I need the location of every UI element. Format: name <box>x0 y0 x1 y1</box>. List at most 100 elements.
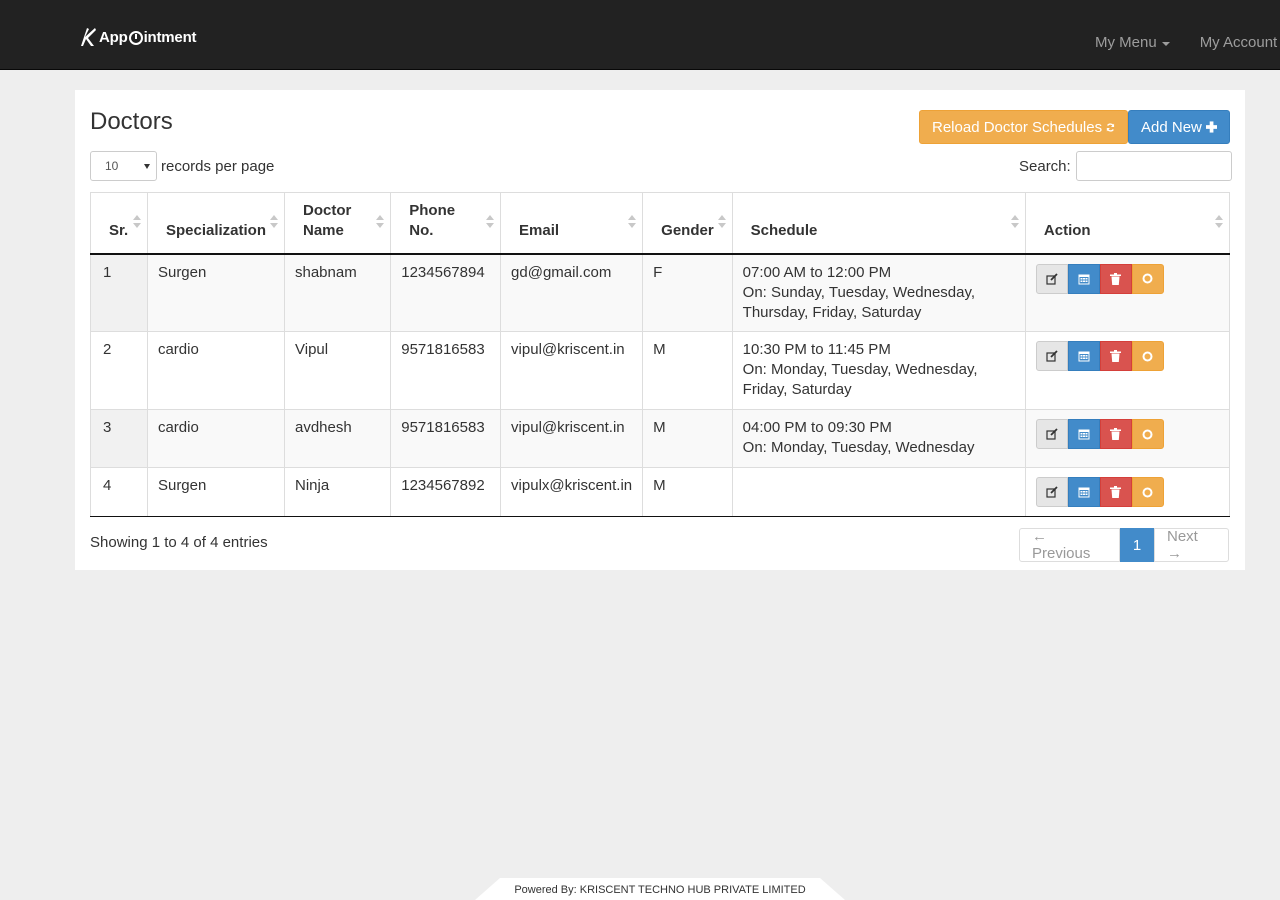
cell-specialization: cardio <box>146 409 286 468</box>
cell-email: vipulx@kriscent.in <box>500 467 644 517</box>
delete-button[interactable] <box>1099 263 1132 294</box>
my-account-label: My Account <box>1199 34 1278 51</box>
sort-icon <box>628 215 637 231</box>
trash-icon <box>1110 272 1122 285</box>
edit-icon <box>1046 272 1058 285</box>
edit-button[interactable] <box>1035 263 1068 294</box>
cell-sr: 2 <box>90 331 148 410</box>
header-email[interactable]: Email <box>500 192 644 255</box>
header-phone[interactable]: Phone No. <box>390 192 502 255</box>
schedule-time: 10:30 PM to 11:45 PM <box>742 341 891 358</box>
cell-schedule: 07:00 AM to 12:00 PM On: Sunday, Tuesday,… <box>731 253 1026 332</box>
brand-logo[interactable]: App intment <box>78 25 197 49</box>
trash-icon <box>1110 486 1122 498</box>
status-button[interactable] <box>1131 341 1164 371</box>
edit-button[interactable] <box>1035 419 1068 449</box>
add-new-button[interactable]: Add New <box>1128 110 1230 144</box>
schedule-button[interactable] <box>1067 341 1100 371</box>
header-doctor-label-1: Doctor <box>303 201 352 219</box>
cell-gender: M <box>642 331 733 410</box>
cell-schedule <box>731 467 1026 517</box>
delete-button[interactable] <box>1099 341 1132 371</box>
sort-icon <box>486 215 495 231</box>
circle-icon <box>1142 487 1153 497</box>
schedule-days: On: Monday, Tuesday, Wednesday <box>742 439 975 456</box>
cell-doctor-name: Vipul <box>283 331 392 410</box>
trash-icon <box>1110 350 1122 362</box>
table-row: 1 Surgen shabnam 1234567894 gd@gmail.com… <box>90 253 1231 332</box>
status-button[interactable] <box>1131 477 1164 507</box>
sort-icon <box>270 215 278 231</box>
edit-button[interactable] <box>1035 477 1068 507</box>
header-specialization-label: Specialization <box>165 221 266 239</box>
cell-specialization: Surgen <box>146 253 286 332</box>
sort-icon <box>376 215 385 231</box>
status-button[interactable] <box>1131 263 1164 294</box>
search-label: Search: <box>1019 157 1071 175</box>
cell-actions <box>1024 409 1231 468</box>
schedule-button[interactable] <box>1067 477 1100 507</box>
calendar-icon <box>1078 351 1090 362</box>
add-new-label: Add New <box>1141 118 1202 136</box>
header-phone-label: Phone No. <box>409 201 456 239</box>
schedule-days: On: Monday, Tuesday, Wednesday, Friday, … <box>742 361 978 398</box>
records-per-page-select[interactable]: 10 <box>90 151 157 181</box>
schedule-time: 07:00 AM to 12:00 PM <box>742 263 892 281</box>
cell-phone: 9571816583 <box>390 331 502 410</box>
header-gender[interactable]: Gender <box>642 192 733 255</box>
cell-email: gd@gmail.com <box>500 253 644 332</box>
sort-icon <box>1010 215 1019 231</box>
header-specialization[interactable]: Specialization <box>146 192 286 255</box>
calendar-icon <box>1078 274 1090 284</box>
schedule-days: On: Sunday, Tuesday, Wednesday, Thursday… <box>742 283 976 321</box>
header-action[interactable]: Action <box>1024 192 1231 255</box>
my-menu-dropdown[interactable]: My Menu <box>1095 34 1170 51</box>
delete-button[interactable] <box>1099 419 1132 449</box>
calendar-icon <box>1078 429 1090 440</box>
cell-phone: 1234567894 <box>390 253 502 332</box>
header-sr[interactable]: Sr. <box>90 192 148 255</box>
doctors-table: Sr. Specialization Doctor Name Phone No. … <box>90 192 1231 517</box>
cell-gender: M <box>642 409 733 468</box>
refresh-icon <box>1106 122 1115 132</box>
trash-icon <box>1110 428 1122 440</box>
my-menu-label: My Menu <box>1095 34 1157 51</box>
cell-doctor-name: avdhesh <box>283 409 392 468</box>
navbar: App intment My Menu My Account <box>0 0 1280 70</box>
page-title: Doctors <box>90 108 173 135</box>
cell-phone: 9571816583 <box>390 409 502 468</box>
header-gender-label: Gender <box>661 221 714 239</box>
brand-k-icon <box>81 28 96 46</box>
reload-schedules-label: Reload Doctor Schedules <box>932 118 1103 136</box>
calendar-icon <box>1078 487 1090 498</box>
header-doctor-name[interactable]: Doctor Name <box>283 192 392 255</box>
header-doctor-label-2: Name <box>303 221 344 239</box>
sort-icon <box>132 215 141 231</box>
schedule-button[interactable] <box>1067 263 1100 294</box>
header-schedule[interactable]: Schedule <box>731 192 1026 255</box>
edit-button[interactable] <box>1035 341 1068 371</box>
table-row: 4 Surgen Ninja 1234567892 vipulx@kriscen… <box>90 467 1231 517</box>
cell-schedule: 10:30 PM to 11:45 PM On: Monday, Tuesday,… <box>731 331 1026 410</box>
header-schedule-label: Schedule <box>750 221 818 239</box>
cell-actions <box>1024 467 1231 517</box>
table-row: 3 cardio avdhesh 9571816583 vipul@krisce… <box>90 409 1231 468</box>
cell-specialization: Surgen <box>146 467 286 517</box>
length-control: 10 records per page <box>90 151 274 181</box>
next-page-button[interactable]: Next → <box>1154 528 1229 562</box>
cell-sr: 1 <box>90 253 148 332</box>
cell-specialization: cardio <box>146 331 286 410</box>
schedule-button[interactable] <box>1067 419 1100 449</box>
status-button[interactable] <box>1131 419 1164 449</box>
reload-schedules-button[interactable]: Reload Doctor Schedules <box>919 110 1128 144</box>
page-1-button[interactable]: 1 <box>1120 528 1154 562</box>
sort-icon <box>1215 215 1223 231</box>
delete-button[interactable] <box>1099 477 1132 507</box>
circle-icon <box>1142 429 1153 439</box>
cell-schedule: 04:00 PM to 09:30 PM On: Monday, Tuesday,… <box>731 409 1026 468</box>
my-account-dropdown[interactable]: My Account <box>1200 34 1278 51</box>
search-input[interactable] <box>1075 151 1232 181</box>
doctors-panel: Doctors Reload Doctor Schedules Add New … <box>75 90 1245 570</box>
previous-page-button[interactable]: ← Previous <box>1019 528 1120 562</box>
cell-email: vipul@kriscent.in <box>500 331 644 410</box>
